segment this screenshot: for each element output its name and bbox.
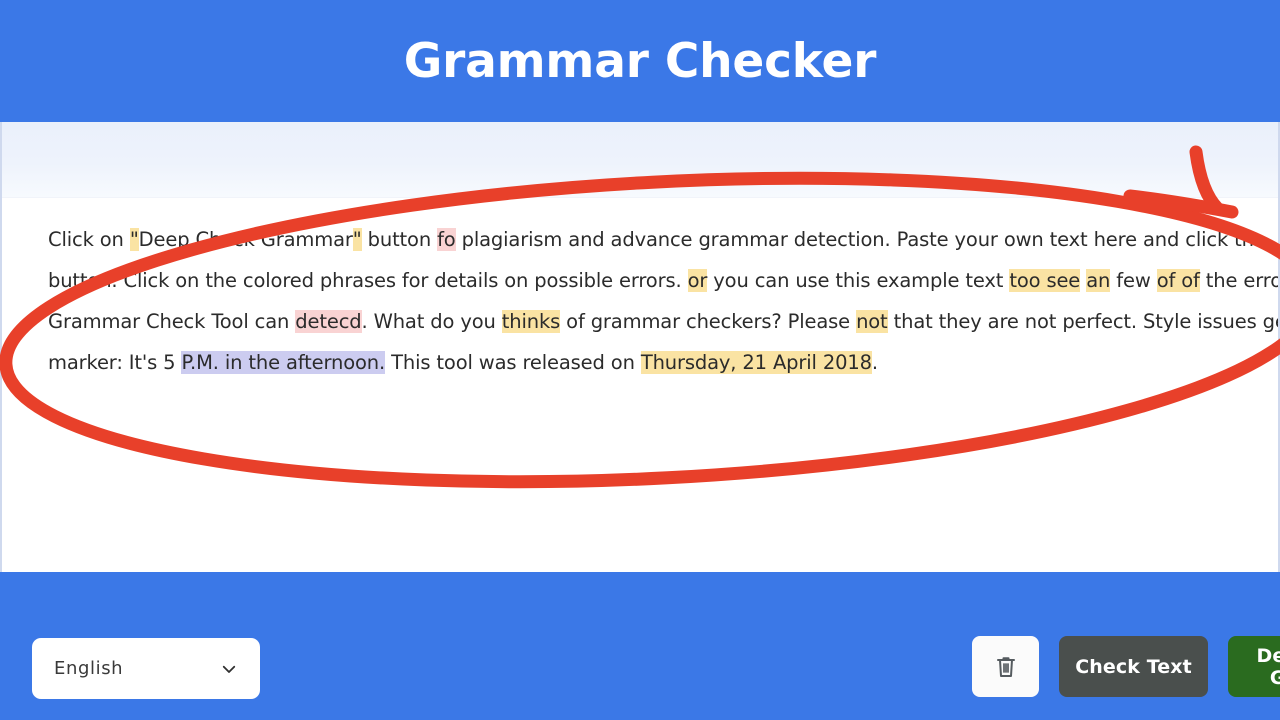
language-select-value: English	[54, 658, 124, 679]
editor-text-run: that they are not perfect. Style issues …	[893, 310, 1278, 333]
editor-text-run: .	[871, 351, 878, 374]
app-header: Grammar Checker	[0, 0, 1280, 122]
highlighted-error-yellow[interactable]: thinks	[501, 310, 560, 333]
editor-text-run: the errors that this	[1205, 269, 1278, 292]
highlighted-error-yellow[interactable]: too see	[1009, 269, 1080, 292]
trash-icon	[996, 656, 1015, 677]
editor-text-run: few	[1110, 269, 1157, 292]
deep-check-grammar-button[interactable]: Deep Check Grammar	[1228, 636, 1280, 697]
highlighted-error-purple[interactable]: P.M. in the afternoon.	[181, 351, 385, 374]
highlighted-error-yellow[interactable]: of of	[1156, 269, 1200, 292]
editor-line: button. Click on the colored phrases for…	[48, 260, 1278, 301]
editor-text-run: you can use this example text	[707, 269, 1010, 292]
editor-text-run: Grammar Check Tool can	[48, 310, 296, 333]
editor-text-content[interactable]: Click on "Deep Check Grammar" button fo …	[48, 219, 1278, 383]
highlighted-error-yellow[interactable]: Thursday, 21 April 2018	[640, 351, 872, 374]
highlighted-error-yellow[interactable]: "	[129, 228, 139, 251]
editor-text-run: of grammar checkers? Please	[560, 310, 857, 333]
editor-line: marker: It's 5 P.M. in the afternoon. Th…	[48, 342, 1278, 383]
footer-actions: Check Text Deep Check Grammar	[972, 636, 1280, 698]
page-title: Grammar Checker	[403, 33, 877, 89]
editor-text-run: Click on	[48, 228, 130, 251]
grammar-checker-app: Grammar Checker Click on "Deep Check Gra…	[0, 0, 1280, 720]
editor-line: Click on "Deep Check Grammar" button fo …	[48, 219, 1278, 260]
chevron-down-icon	[222, 665, 236, 673]
editor-text-run: Deep Check Grammar	[138, 228, 353, 251]
clear-text-button[interactable]	[972, 636, 1039, 697]
highlighted-error-red[interactable]: detecd	[295, 310, 362, 333]
editor-text-run: plagiarism and advance grammar detection…	[455, 228, 1266, 251]
editor-text-run: . What do you	[361, 310, 502, 333]
editor-text-run: marker: It's 5	[48, 351, 182, 374]
highlighted-error-yellow[interactable]: an	[1086, 269, 1110, 292]
editor-text-run: button	[361, 228, 438, 251]
highlighted-error-yellow[interactable]: not	[856, 310, 888, 333]
editor-line: Grammar Check Tool can detecd. What do y…	[48, 301, 1278, 342]
highlighted-error-yellow[interactable]: "	[352, 228, 362, 251]
editor-text-run: button. Click on the colored phrases for…	[48, 269, 688, 292]
check-text-button[interactable]: Check Text	[1059, 636, 1208, 697]
editor-panel: Click on "Deep Check Grammar" button fo …	[0, 122, 1280, 572]
highlighted-error-yellow[interactable]: or	[687, 269, 707, 292]
highlighted-error-red[interactable]: fo	[437, 228, 456, 251]
text-editor-area[interactable]: Click on "Deep Check Grammar" button fo …	[2, 198, 1278, 572]
language-select[interactable]: English	[32, 638, 260, 699]
editor-text-run: This tool was released on	[385, 351, 641, 374]
editor-toolbar	[2, 122, 1278, 198]
